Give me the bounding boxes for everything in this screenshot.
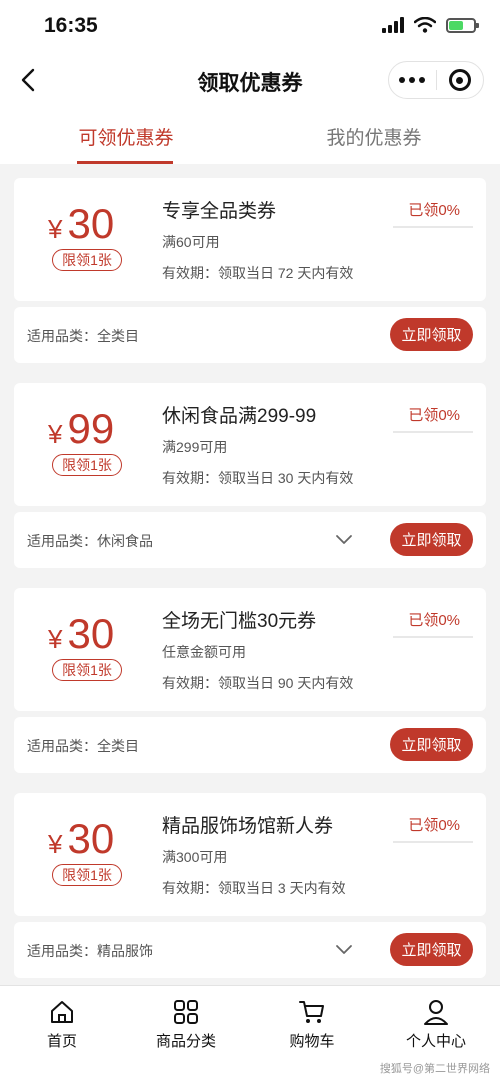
battery-icon (446, 17, 479, 33)
coupon-condition: 满60可用 (162, 234, 220, 250)
tabbar-profile[interactable]: 个人中心 (381, 998, 491, 1051)
coupon-footer: 适用品类：精品服饰 立即领取 (14, 922, 486, 978)
claimed-progress-bar (393, 431, 473, 433)
coupon-card: ¥ 30 限领1张 专享全品类券 满60可用 有效期：领取当日 72 天内有效 … (14, 178, 486, 363)
coupon-amount: 30 (67, 610, 115, 657)
active-tab-indicator (77, 161, 173, 164)
coupon-validity: 有效期：领取当日 90 天内有效 (162, 675, 354, 691)
tab-available-coupons[interactable]: 可领优惠券 (41, 123, 211, 150)
coupon-condition: 满300可用 (162, 849, 228, 865)
coupon-info: ¥ 99 限领1张 休闲食品满299-99 满299可用 有效期：领取当日 30… (14, 383, 486, 506)
nav-bar: 领取优惠券 (0, 52, 500, 108)
limit-badge: 限领1张 (52, 659, 122, 681)
tabbar-label: 商品分类 (155, 1033, 216, 1050)
watermark: 搜狐号@第二世界网络 (379, 1063, 490, 1075)
coupon-price: ¥ 30 (48, 610, 114, 658)
more-icon[interactable] (389, 77, 436, 83)
coupon-title: 全场无门槛30元券 (162, 611, 317, 632)
coupon-title: 休闲食品满299-99 (162, 406, 317, 427)
claimed-percentage: 已领0% (408, 407, 460, 424)
coupon-title: 专享全品类券 (162, 201, 277, 222)
coupon-list: ¥ 30 限领1张 专享全品类券 满60可用 有效期：领取当日 72 天内有效 … (14, 178, 486, 998)
home-icon (51, 1001, 73, 1023)
limit-badge: 限领1张 (52, 454, 122, 476)
status-icons (382, 17, 479, 33)
close-mini-program-icon[interactable] (437, 69, 484, 91)
coupon-scope: 适用品类：全类目 (27, 738, 139, 754)
tabbar-home[interactable]: 首页 (7, 998, 117, 1051)
coupon-price: ¥ 30 (48, 815, 114, 863)
tabbar-label: 购物车 (289, 1033, 335, 1050)
coupon-info: ¥ 30 限领1张 全场无门槛30元券 任意金额可用 有效期：领取当日 90 天… (14, 588, 486, 711)
cellular-signal-icon (382, 17, 404, 33)
cart-icon (299, 1001, 324, 1023)
chevron-down-icon[interactable] (334, 939, 354, 959)
coupon-price: ¥ 30 (48, 200, 114, 248)
claim-button[interactable]: 立即领取 (390, 933, 473, 966)
bottom-tab-bar: 首页 商品分类 购物车 个人中心 搜狐号@第二世界网络 (0, 985, 500, 1082)
coupon-footer: 适用品类：全类目 立即领取 (14, 307, 486, 363)
coupon-info: ¥ 30 限领1张 精品服饰场馆新人券 满300可用 有效期：领取当日 3 天内… (14, 793, 486, 916)
coupon-amount: 99 (67, 405, 115, 452)
coupon-footer: 适用品类：全类目 立即领取 (14, 717, 486, 773)
claimed-progress-bar (393, 841, 473, 843)
limit-badge: 限领1张 (52, 864, 122, 886)
tab-my-coupons[interactable]: 我的优惠券 (289, 123, 459, 150)
coupon-scope: 适用品类：休闲食品 (27, 533, 153, 549)
coupon-card: ¥ 30 限领1张 精品服饰场馆新人券 满300可用 有效期：领取当日 3 天内… (14, 793, 486, 978)
coupon-footer: 适用品类：休闲食品 立即领取 (14, 512, 486, 568)
claimed-percentage: 已领0% (408, 817, 460, 834)
coupon-tabs: 可领优惠券 我的优惠券 (0, 108, 500, 164)
tabbar-category[interactable]: 商品分类 (131, 998, 241, 1051)
claimed-percentage: 已领0% (408, 202, 460, 219)
coupon-info: ¥ 30 限领1张 专享全品类券 满60可用 有效期：领取当日 72 天内有效 … (14, 178, 486, 301)
coupon-scope: 适用品类：精品服饰 (27, 943, 153, 959)
coupon-condition: 任意金额可用 (162, 644, 246, 660)
coupon-card: ¥ 30 限领1张 全场无门槛30元券 任意金额可用 有效期：领取当日 90 天… (14, 588, 486, 773)
currency-symbol: ¥ (48, 214, 63, 244)
coupon-amount: 30 (67, 815, 115, 862)
coupon-card: ¥ 99 限领1张 休闲食品满299-99 满299可用 有效期：领取当日 30… (14, 383, 486, 568)
category-grid-icon (174, 1000, 198, 1024)
claim-button[interactable]: 立即领取 (390, 318, 473, 351)
coupon-scope: 适用品类：全类目 (27, 328, 139, 344)
status-time: 16:35 (44, 14, 98, 37)
claim-button[interactable]: 立即领取 (390, 728, 473, 761)
coupon-title: 精品服饰场馆新人券 (162, 816, 334, 837)
coupon-amount: 30 (67, 200, 115, 247)
coupon-validity: 有效期：领取当日 72 天内有效 (162, 265, 354, 281)
claimed-progress-bar (393, 636, 473, 638)
coupon-validity: 有效期：领取当日 30 天内有效 (162, 470, 354, 486)
mini-program-capsule (388, 61, 484, 99)
claimed-percentage: 已领0% (408, 612, 460, 629)
profile-icon (424, 1000, 448, 1025)
claimed-progress-bar (393, 226, 473, 228)
currency-symbol: ¥ (48, 419, 63, 449)
coupon-condition: 满299可用 (162, 439, 228, 455)
coupon-price: ¥ 99 (48, 405, 114, 453)
status-bar: 16:35 (0, 0, 500, 52)
tabbar-cart[interactable]: 购物车 (257, 998, 367, 1051)
currency-symbol: ¥ (48, 829, 63, 859)
wifi-icon (414, 17, 436, 33)
claim-button[interactable]: 立即领取 (390, 523, 473, 556)
chevron-down-icon[interactable] (334, 529, 354, 549)
coupon-validity: 有效期：领取当日 3 天内有效 (162, 880, 346, 896)
limit-badge: 限领1张 (52, 249, 122, 271)
tabbar-label: 个人中心 (405, 1033, 466, 1050)
currency-symbol: ¥ (48, 624, 63, 654)
tabbar-label: 首页 (46, 1033, 77, 1050)
